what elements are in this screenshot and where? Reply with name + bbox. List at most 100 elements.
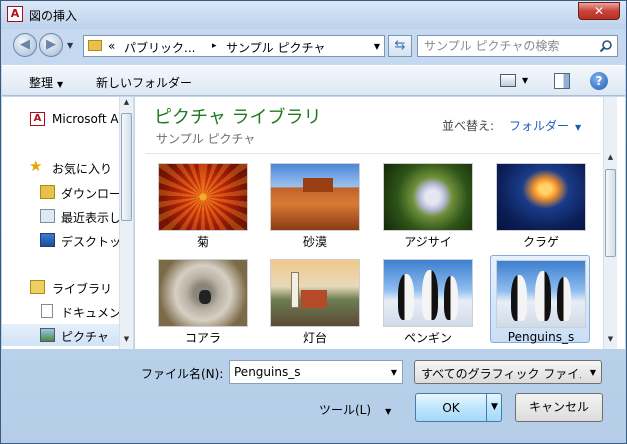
documents-icon bbox=[41, 304, 53, 318]
command-toolbar: 整理 ▼ 新しいフォルダー ▼ ? bbox=[2, 65, 625, 96]
nav-item-label: お気に入り bbox=[52, 162, 113, 176]
nav-item-downloads[interactable]: ダウンロー bbox=[2, 181, 120, 203]
library-icon bbox=[30, 280, 45, 294]
address-dropdown-icon[interactable]: ▼ bbox=[374, 42, 380, 51]
view-options-dropdown[interactable]: ▼ bbox=[522, 76, 528, 85]
library-title: ピクチャ ライブラリ bbox=[154, 107, 322, 128]
organize-label: 整理 bbox=[29, 76, 54, 90]
file-list-scrollbar[interactable]: ▲ ▼ bbox=[603, 97, 617, 349]
nav-item-label: 最近表示し bbox=[61, 211, 120, 225]
change-view-icon[interactable] bbox=[500, 74, 516, 87]
thumbnail-chrysanthemum[interactable]: 菊 bbox=[153, 159, 253, 249]
nav-item-libraries[interactable]: ライブラリ bbox=[2, 276, 120, 298]
desktop-icon bbox=[40, 233, 55, 247]
recent-pages-dropdown[interactable]: ▼ bbox=[67, 41, 73, 50]
thumbnail-label: Penguins_s bbox=[507, 330, 575, 344]
pictures-icon bbox=[40, 328, 55, 342]
arrange-by-value: フォルダー bbox=[509, 119, 570, 133]
tools-label: ツール(L) bbox=[319, 403, 372, 417]
nav-item-label: デスクトッ bbox=[61, 235, 120, 249]
access-icon: A bbox=[30, 112, 45, 126]
thumbnail-label: アジサイ bbox=[404, 235, 452, 249]
lighthouse-image bbox=[270, 259, 360, 327]
arrange-by-dropdown[interactable]: フォルダー ▼ bbox=[509, 117, 581, 134]
chevron-down-icon: ▼ bbox=[385, 407, 392, 416]
preview-pane-icon[interactable] bbox=[554, 73, 570, 89]
scroll-up-icon[interactable]: ▲ bbox=[604, 153, 617, 165]
ok-split-button: OK ▼ bbox=[415, 393, 502, 422]
nav-item-documents[interactable]: ドキュメン bbox=[2, 300, 120, 322]
thumbnail-label: 菊 bbox=[196, 235, 209, 249]
arrange-by-label: 並べ替え: bbox=[442, 119, 495, 133]
scroll-down-icon[interactable]: ▼ bbox=[604, 335, 617, 347]
back-button[interactable]: ◀ bbox=[13, 33, 37, 57]
address-bar[interactable]: « パブリック... ▸ サンプル ピクチャ ▼ bbox=[83, 35, 385, 57]
refresh-button[interactable]: ⇆ bbox=[388, 35, 412, 57]
thumbnail-desert[interactable]: 砂漠 bbox=[265, 159, 365, 249]
forward-button[interactable]: ▶ bbox=[39, 33, 63, 57]
nav-item-microsoft-access[interactable]: A Microsoft A bbox=[2, 108, 120, 130]
ok-dropdown-arrow-icon[interactable]: ▼ bbox=[486, 394, 502, 421]
folder-icon bbox=[88, 40, 102, 51]
thumbnail-label: 砂漠 bbox=[302, 235, 327, 249]
chrysanthemum-image bbox=[158, 163, 248, 231]
file-type-select[interactable]: すべてのグラフィック ファイル ▼ bbox=[414, 360, 602, 384]
file-name-combo[interactable]: ▼ bbox=[229, 360, 403, 384]
nav-item-recent-places[interactable]: 最近表示し bbox=[2, 205, 120, 227]
tools-menu[interactable]: ツール(L) ▼ bbox=[319, 401, 391, 418]
navigation-pane: A Microsoft A ★ お気に入り ダウンロー 最近表示し デスクトッ … bbox=[2, 97, 134, 349]
penguins-image bbox=[496, 260, 586, 328]
chevron-down-icon: ▼ bbox=[57, 80, 64, 89]
scroll-down-icon[interactable]: ▼ bbox=[120, 335, 133, 347]
thumbnail-label: コアラ bbox=[184, 331, 221, 345]
thumbnail-koala[interactable]: コアラ bbox=[153, 255, 253, 345]
recent-places-icon bbox=[40, 209, 55, 223]
thumbnail-hydrangeas[interactable]: アジサイ bbox=[378, 159, 478, 249]
file-list-pane: ピクチャ ライブラリ サンプル ピクチャ 並べ替え: フォルダー ▼ 菊 砂漠 ア… bbox=[135, 97, 625, 349]
search-icon[interactable] bbox=[599, 39, 613, 53]
desert-image bbox=[270, 163, 360, 231]
insert-picture-dialog: A 図の挿入 ✕ ◀ ▶ ▼ « パブリック... ▸ サンプル ピクチャ ▼ … bbox=[0, 0, 627, 444]
address-overflow[interactable]: « bbox=[108, 39, 115, 53]
close-button[interactable]: ✕ bbox=[578, 2, 620, 20]
file-name-input[interactable] bbox=[230, 361, 380, 383]
nav-item-pictures[interactable]: ピクチャ bbox=[2, 324, 120, 346]
navigation-buttons: ◀ ▶ ▼ bbox=[11, 33, 81, 59]
library-subtitle: サンプル ピクチャ bbox=[156, 132, 256, 146]
cancel-button[interactable]: キャンセル bbox=[515, 393, 603, 422]
search-box[interactable] bbox=[417, 35, 618, 57]
access-icon: A bbox=[7, 6, 23, 22]
thumbnail-label: 灯台 bbox=[302, 331, 327, 345]
breadcrumb-sample-pictures[interactable]: サンプル ピクチャ bbox=[226, 39, 325, 56]
chevron-down-icon[interactable]: ▼ bbox=[391, 368, 397, 377]
navigation-scroll-thumb[interactable] bbox=[121, 113, 132, 221]
nav-item-label: ピクチャ bbox=[61, 330, 109, 344]
file-list-scroll-thumb[interactable] bbox=[605, 169, 616, 257]
thumbnail-jellyfish[interactable]: クラゲ bbox=[491, 159, 591, 249]
thumbnail-label: クラゲ bbox=[522, 235, 559, 249]
title-bar[interactable]: A 図の挿入 ✕ bbox=[1, 1, 626, 29]
breadcrumb-public[interactable]: パブリック... bbox=[124, 39, 195, 56]
thumbnail-penguins[interactable]: ペンギン bbox=[378, 255, 478, 345]
thumbnail-label: ペンギン bbox=[403, 331, 452, 345]
nav-item-label: ダウンロー bbox=[61, 187, 120, 201]
chevron-down-icon: ▼ bbox=[575, 123, 582, 132]
organize-menu[interactable]: 整理 ▼ bbox=[29, 74, 63, 91]
star-icon: ★ bbox=[29, 157, 43, 175]
breadcrumb-separator-icon[interactable]: ▸ bbox=[212, 41, 217, 51]
search-input[interactable] bbox=[418, 36, 588, 56]
nav-item-desktop[interactable]: デスクトッ bbox=[2, 229, 120, 251]
nav-item-label: ドキュメン bbox=[61, 306, 120, 320]
ok-button[interactable]: OK bbox=[416, 401, 486, 415]
navigation-scrollbar[interactable]: ▲ ▼ bbox=[119, 97, 133, 349]
penguins-image bbox=[383, 259, 473, 327]
nav-item-label: Microsoft A bbox=[52, 112, 119, 126]
nav-item-favorites[interactable]: ★ お気に入り bbox=[2, 156, 120, 178]
thumbnail-lighthouse[interactable]: 灯台 bbox=[265, 255, 365, 345]
scroll-up-icon[interactable]: ▲ bbox=[120, 98, 133, 110]
new-folder-button[interactable]: 新しいフォルダー bbox=[96, 74, 192, 91]
jellyfish-image bbox=[496, 163, 586, 231]
file-type-value: すべてのグラフィック ファイル bbox=[421, 367, 581, 381]
help-icon[interactable]: ? bbox=[590, 72, 608, 90]
thumbnail-penguins-s[interactable]: Penguins_s bbox=[490, 255, 590, 344]
